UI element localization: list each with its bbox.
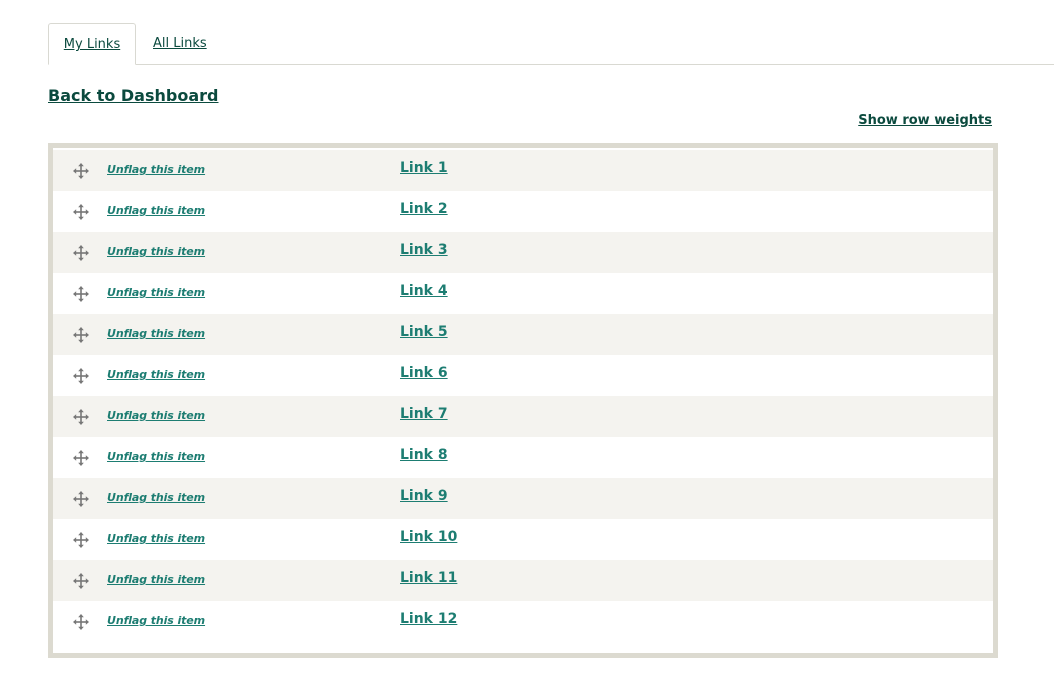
drag-handle-icon[interactable] [73, 573, 89, 589]
link-title[interactable]: Link 10 [400, 529, 457, 545]
table-row: Unflag this item Link 9 [53, 478, 993, 519]
drag-handle-icon[interactable] [73, 491, 89, 507]
table-row: Unflag this item Link 5 [53, 314, 993, 355]
link-title[interactable]: Link 3 [400, 242, 448, 258]
drag-handle-icon[interactable] [73, 245, 89, 261]
tab-bar-divider [48, 64, 1054, 65]
unflag-link[interactable]: Unflag this item [107, 327, 205, 340]
unflag-link[interactable]: Unflag this item [107, 491, 205, 504]
unflag-link[interactable]: Unflag this item [107, 368, 205, 381]
tab-my-links[interactable]: My Links [48, 23, 136, 65]
drag-handle-icon[interactable] [73, 204, 89, 220]
table-row: Unflag this item Link 7 [53, 396, 993, 437]
table-row: Unflag this item Link 12 [53, 601, 993, 642]
show-row-weights-link[interactable]: Show row weights [858, 113, 992, 128]
table-row: Unflag this item Link 4 [53, 273, 993, 314]
table-row: Unflag this item Link 8 [53, 437, 993, 478]
table-row: Unflag this item Link 3 [53, 232, 993, 273]
drag-handle-icon[interactable] [73, 532, 89, 548]
link-title[interactable]: Link 8 [400, 447, 448, 463]
link-title[interactable]: Link 5 [400, 324, 448, 340]
drag-handle-icon[interactable] [73, 368, 89, 384]
link-title[interactable]: Link 4 [400, 283, 448, 299]
unflag-link[interactable]: Unflag this item [107, 409, 205, 422]
unflag-link[interactable]: Unflag this item [107, 204, 205, 217]
back-to-dashboard-link[interactable]: Back to Dashboard [48, 86, 218, 105]
table-row: Unflag this item Link 2 [53, 191, 993, 232]
link-title[interactable]: Link 12 [400, 611, 457, 627]
link-title[interactable]: Link 1 [400, 160, 448, 176]
link-title[interactable]: Link 7 [400, 406, 448, 422]
tab-all-links[interactable]: All Links [153, 23, 207, 64]
table-row: Unflag this item Link 11 [53, 560, 993, 601]
tab-bar: My Links All Links [0, 0, 1054, 65]
unflag-link[interactable]: Unflag this item [107, 614, 205, 627]
drag-handle-icon[interactable] [73, 450, 89, 466]
drag-handle-icon[interactable] [73, 409, 89, 425]
unflag-link[interactable]: Unflag this item [107, 245, 205, 258]
unflag-link[interactable]: Unflag this item [107, 450, 205, 463]
drag-handle-icon[interactable] [73, 286, 89, 302]
unflag-link[interactable]: Unflag this item [107, 573, 205, 586]
table-row: Unflag this item Link 10 [53, 519, 993, 560]
page: My Links All Links Back to Dashboard Sho… [0, 0, 1054, 675]
table-row: Unflag this item Link 6 [53, 355, 993, 396]
unflag-link[interactable]: Unflag this item [107, 532, 205, 545]
drag-handle-icon[interactable] [73, 327, 89, 343]
drag-handle-icon[interactable] [73, 614, 89, 630]
flagged-links-table: Unflag this item Link 1 Unflag this item Li… [48, 143, 998, 658]
link-title[interactable]: Link 6 [400, 365, 448, 381]
table-row: Unflag this item Link 1 [53, 150, 993, 191]
unflag-link[interactable]: Unflag this item [107, 286, 205, 299]
link-title[interactable]: Link 9 [400, 488, 448, 504]
link-title[interactable]: Link 11 [400, 570, 457, 586]
unflag-link[interactable]: Unflag this item [107, 163, 205, 176]
link-title[interactable]: Link 2 [400, 201, 448, 217]
drag-handle-icon[interactable] [73, 163, 89, 179]
